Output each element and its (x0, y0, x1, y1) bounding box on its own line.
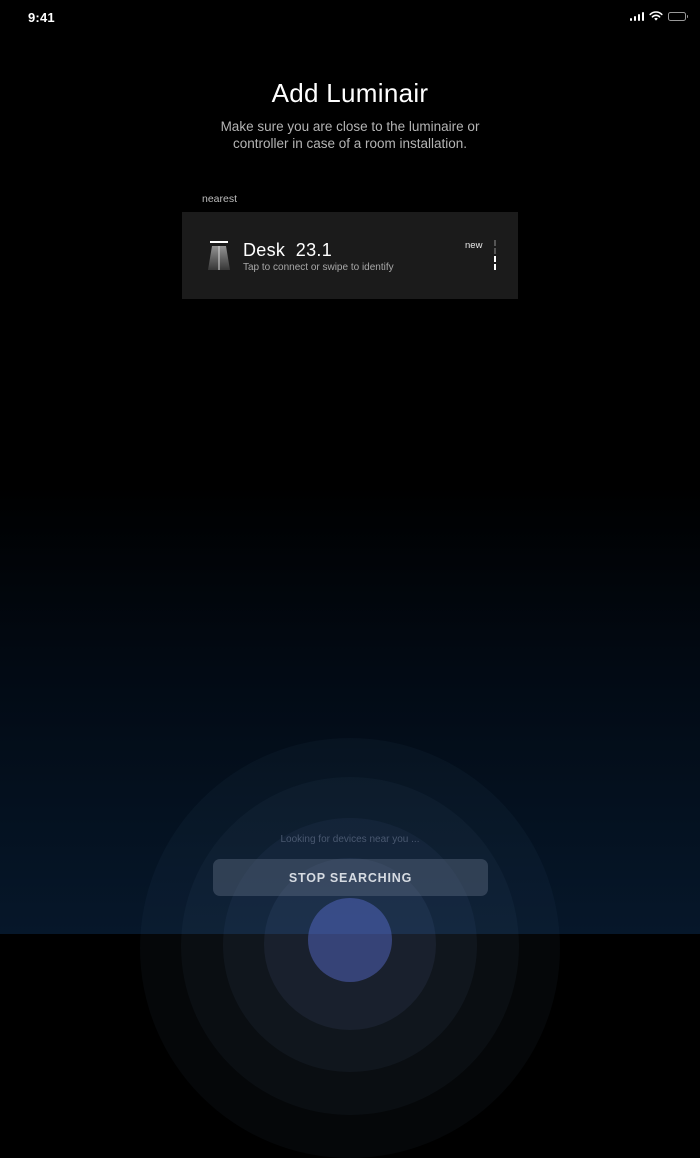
device-card[interactable]: Desk 23.1 Tap to connect or swipe to ide… (182, 212, 518, 299)
battery-icon (668, 11, 688, 21)
search-ripple (223, 818, 477, 1072)
desk-lamp-icon (208, 241, 230, 270)
stop-searching-button[interactable]: STOP SEARCHING (213, 859, 488, 896)
cellular-signal-icon (629, 11, 644, 21)
new-badge: new (465, 240, 483, 251)
status-icons (629, 11, 688, 21)
status-bar: 9:41 (0, 0, 700, 36)
section-label-nearest: nearest (202, 193, 238, 205)
page-subtitle: Make sure you are close to the luminaire… (220, 119, 480, 151)
wifi-icon (649, 11, 663, 21)
page-title: Add Luminair (271, 78, 429, 108)
searching-status-text: Looking for devices near you ... (280, 834, 420, 845)
search-ripple-core (308, 898, 392, 982)
search-ripple-outer (140, 738, 560, 1158)
signal-strength-icon (494, 240, 496, 270)
status-time: 9:41 (28, 10, 55, 25)
device-hint: Tap to connect or swipe to identify (243, 262, 394, 273)
device-name: Desk 23.1 (243, 240, 333, 260)
search-ripple (181, 777, 519, 1115)
